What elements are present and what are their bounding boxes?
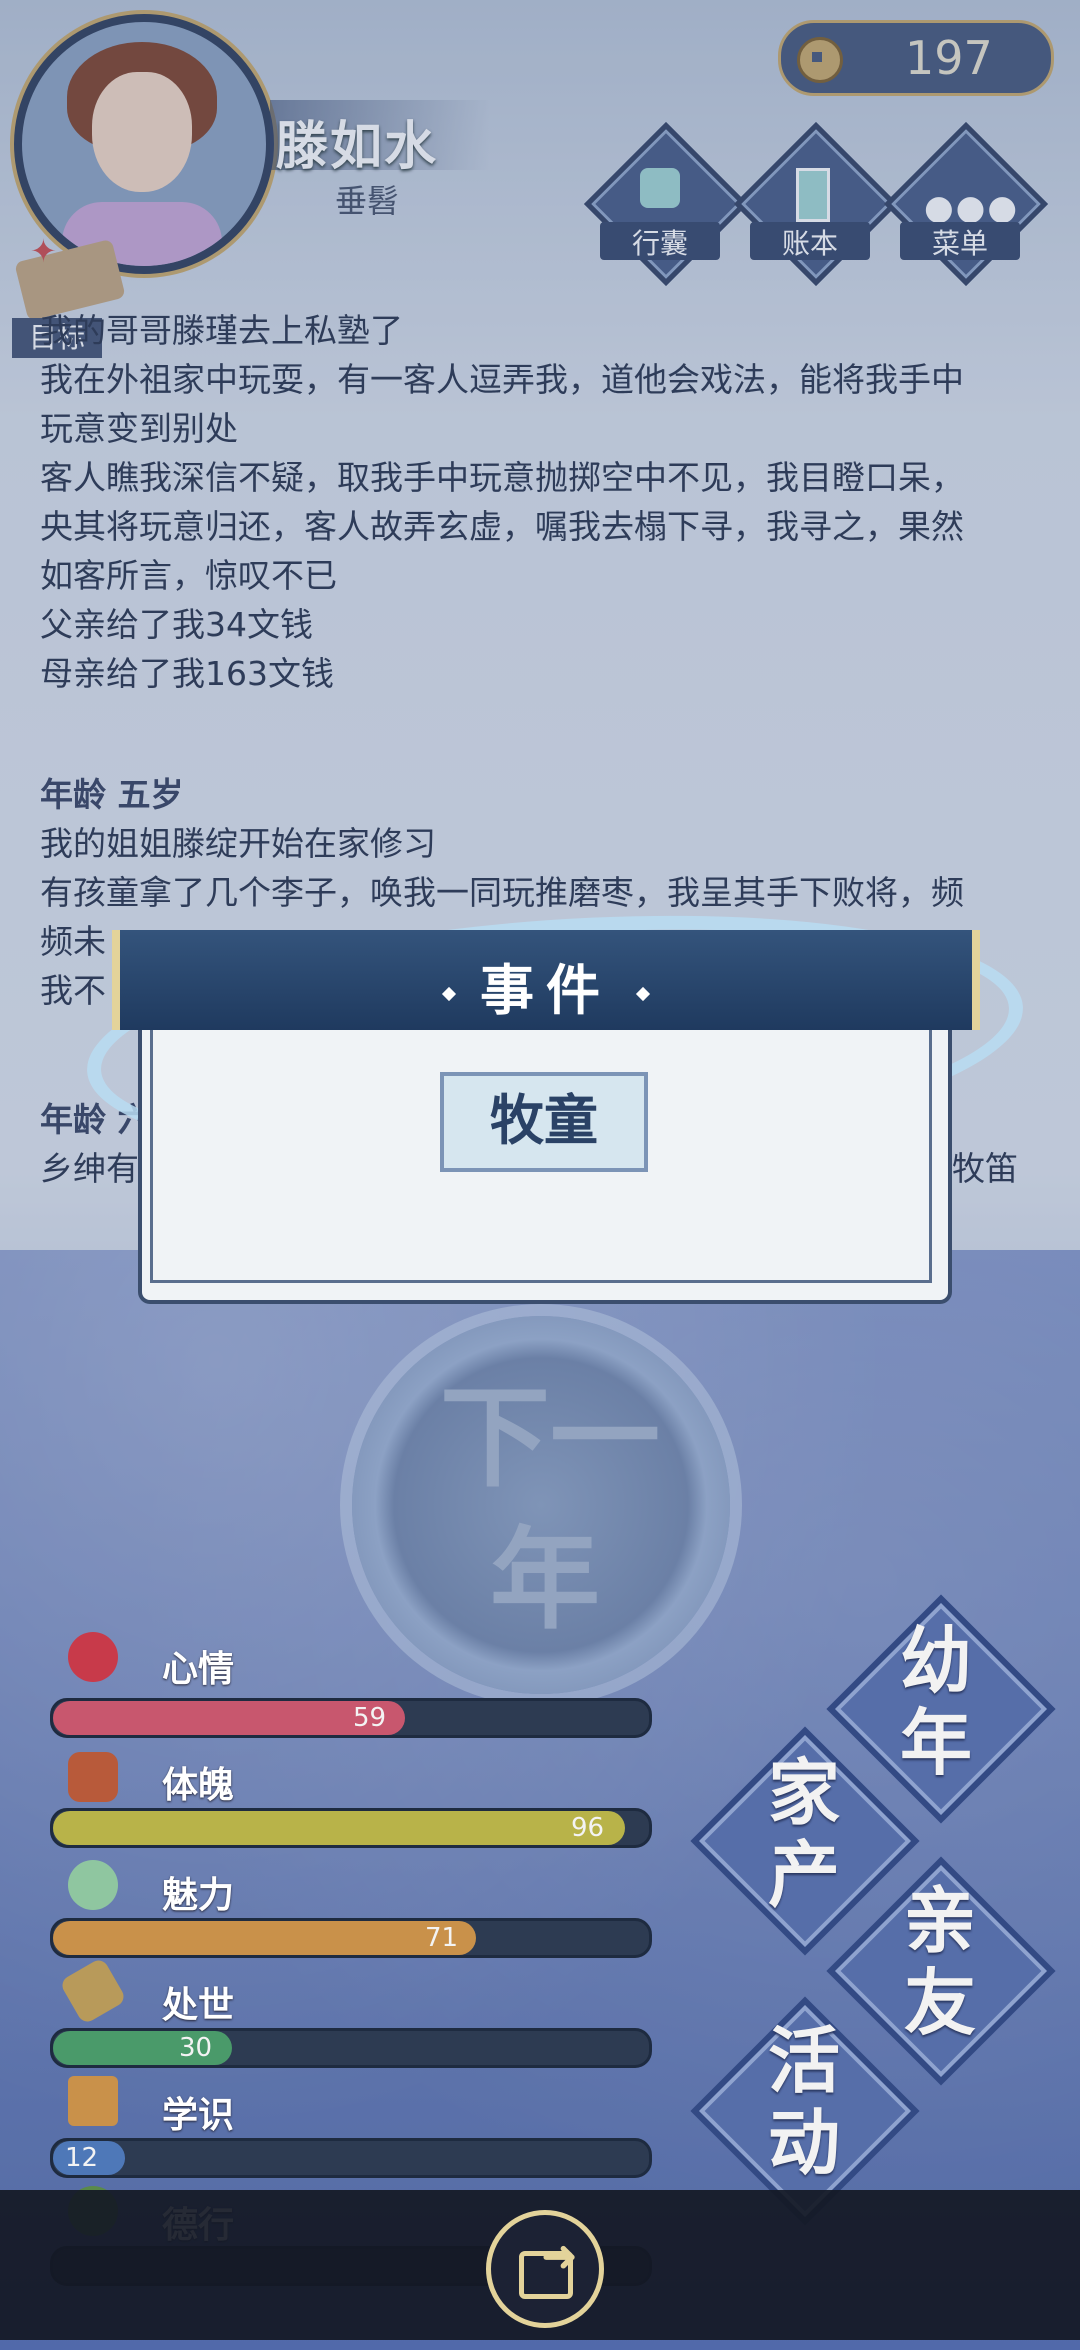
flower-icon: [68, 1632, 118, 1682]
stat-fill-mood: [53, 1701, 405, 1735]
stat-fill-charm: [53, 1921, 477, 1955]
jade-icon: [68, 1860, 118, 1910]
stat-value-physique: 96: [571, 1813, 605, 1843]
stat-value-charm: 71: [425, 1923, 459, 1953]
stat-bar-physique: 96: [50, 1808, 652, 1848]
stat-fill-physique: [53, 1811, 626, 1845]
stat-value-mood: 59: [353, 1703, 387, 1733]
brush-icon: [68, 2076, 118, 2126]
event-modal-title-row: 事件: [120, 946, 972, 1025]
stat-label-mood: 心情: [162, 1649, 235, 1690]
share-button[interactable]: ➜: [486, 2210, 604, 2328]
activities-text: 活动: [767, 2019, 840, 2185]
relatives-label[interactable]: 亲友: [880, 1880, 1000, 2044]
stat-value-knowledge: 12: [65, 2143, 99, 2173]
family-assets-label[interactable]: 家产: [744, 1752, 864, 1916]
stat-value-worldly: 30: [179, 2033, 213, 2063]
stat-bar-worldly: 30: [50, 2028, 652, 2068]
childhood-text: 幼年: [899, 1619, 972, 1785]
stat-bar-charm: 71: [50, 1918, 652, 1958]
title-dot-right: [635, 987, 651, 1002]
next-year-label-bottom: 年: [490, 1516, 600, 1644]
stat-label-knowledge: 学识: [162, 2095, 235, 2136]
stat-label-charm: 魅力: [162, 1875, 235, 1916]
stat-bar-knowledge: 12: [50, 2138, 652, 2178]
stat-label-worldly: 处世: [162, 1985, 235, 2026]
relatives-text: 亲友: [903, 1879, 976, 2045]
event-modal-title: 事件: [480, 959, 612, 1022]
event-modal-header: 事件: [112, 930, 980, 1030]
event-name-tag[interactable]: 牧童: [440, 1072, 648, 1172]
gourd-icon: [68, 1752, 118, 1802]
stat-label-physique: 体魄: [162, 1765, 235, 1806]
family-assets-text: 家产: [767, 1751, 840, 1917]
childhood-label[interactable]: 幼年: [876, 1620, 996, 1784]
title-dot-left: [441, 987, 457, 1002]
share-arrow-icon: ➜: [541, 2231, 578, 2282]
stat-bar-mood: 59: [50, 1698, 652, 1738]
activities-label[interactable]: 活动: [744, 2020, 864, 2184]
next-year-label-top: 下一: [440, 1374, 660, 1502]
